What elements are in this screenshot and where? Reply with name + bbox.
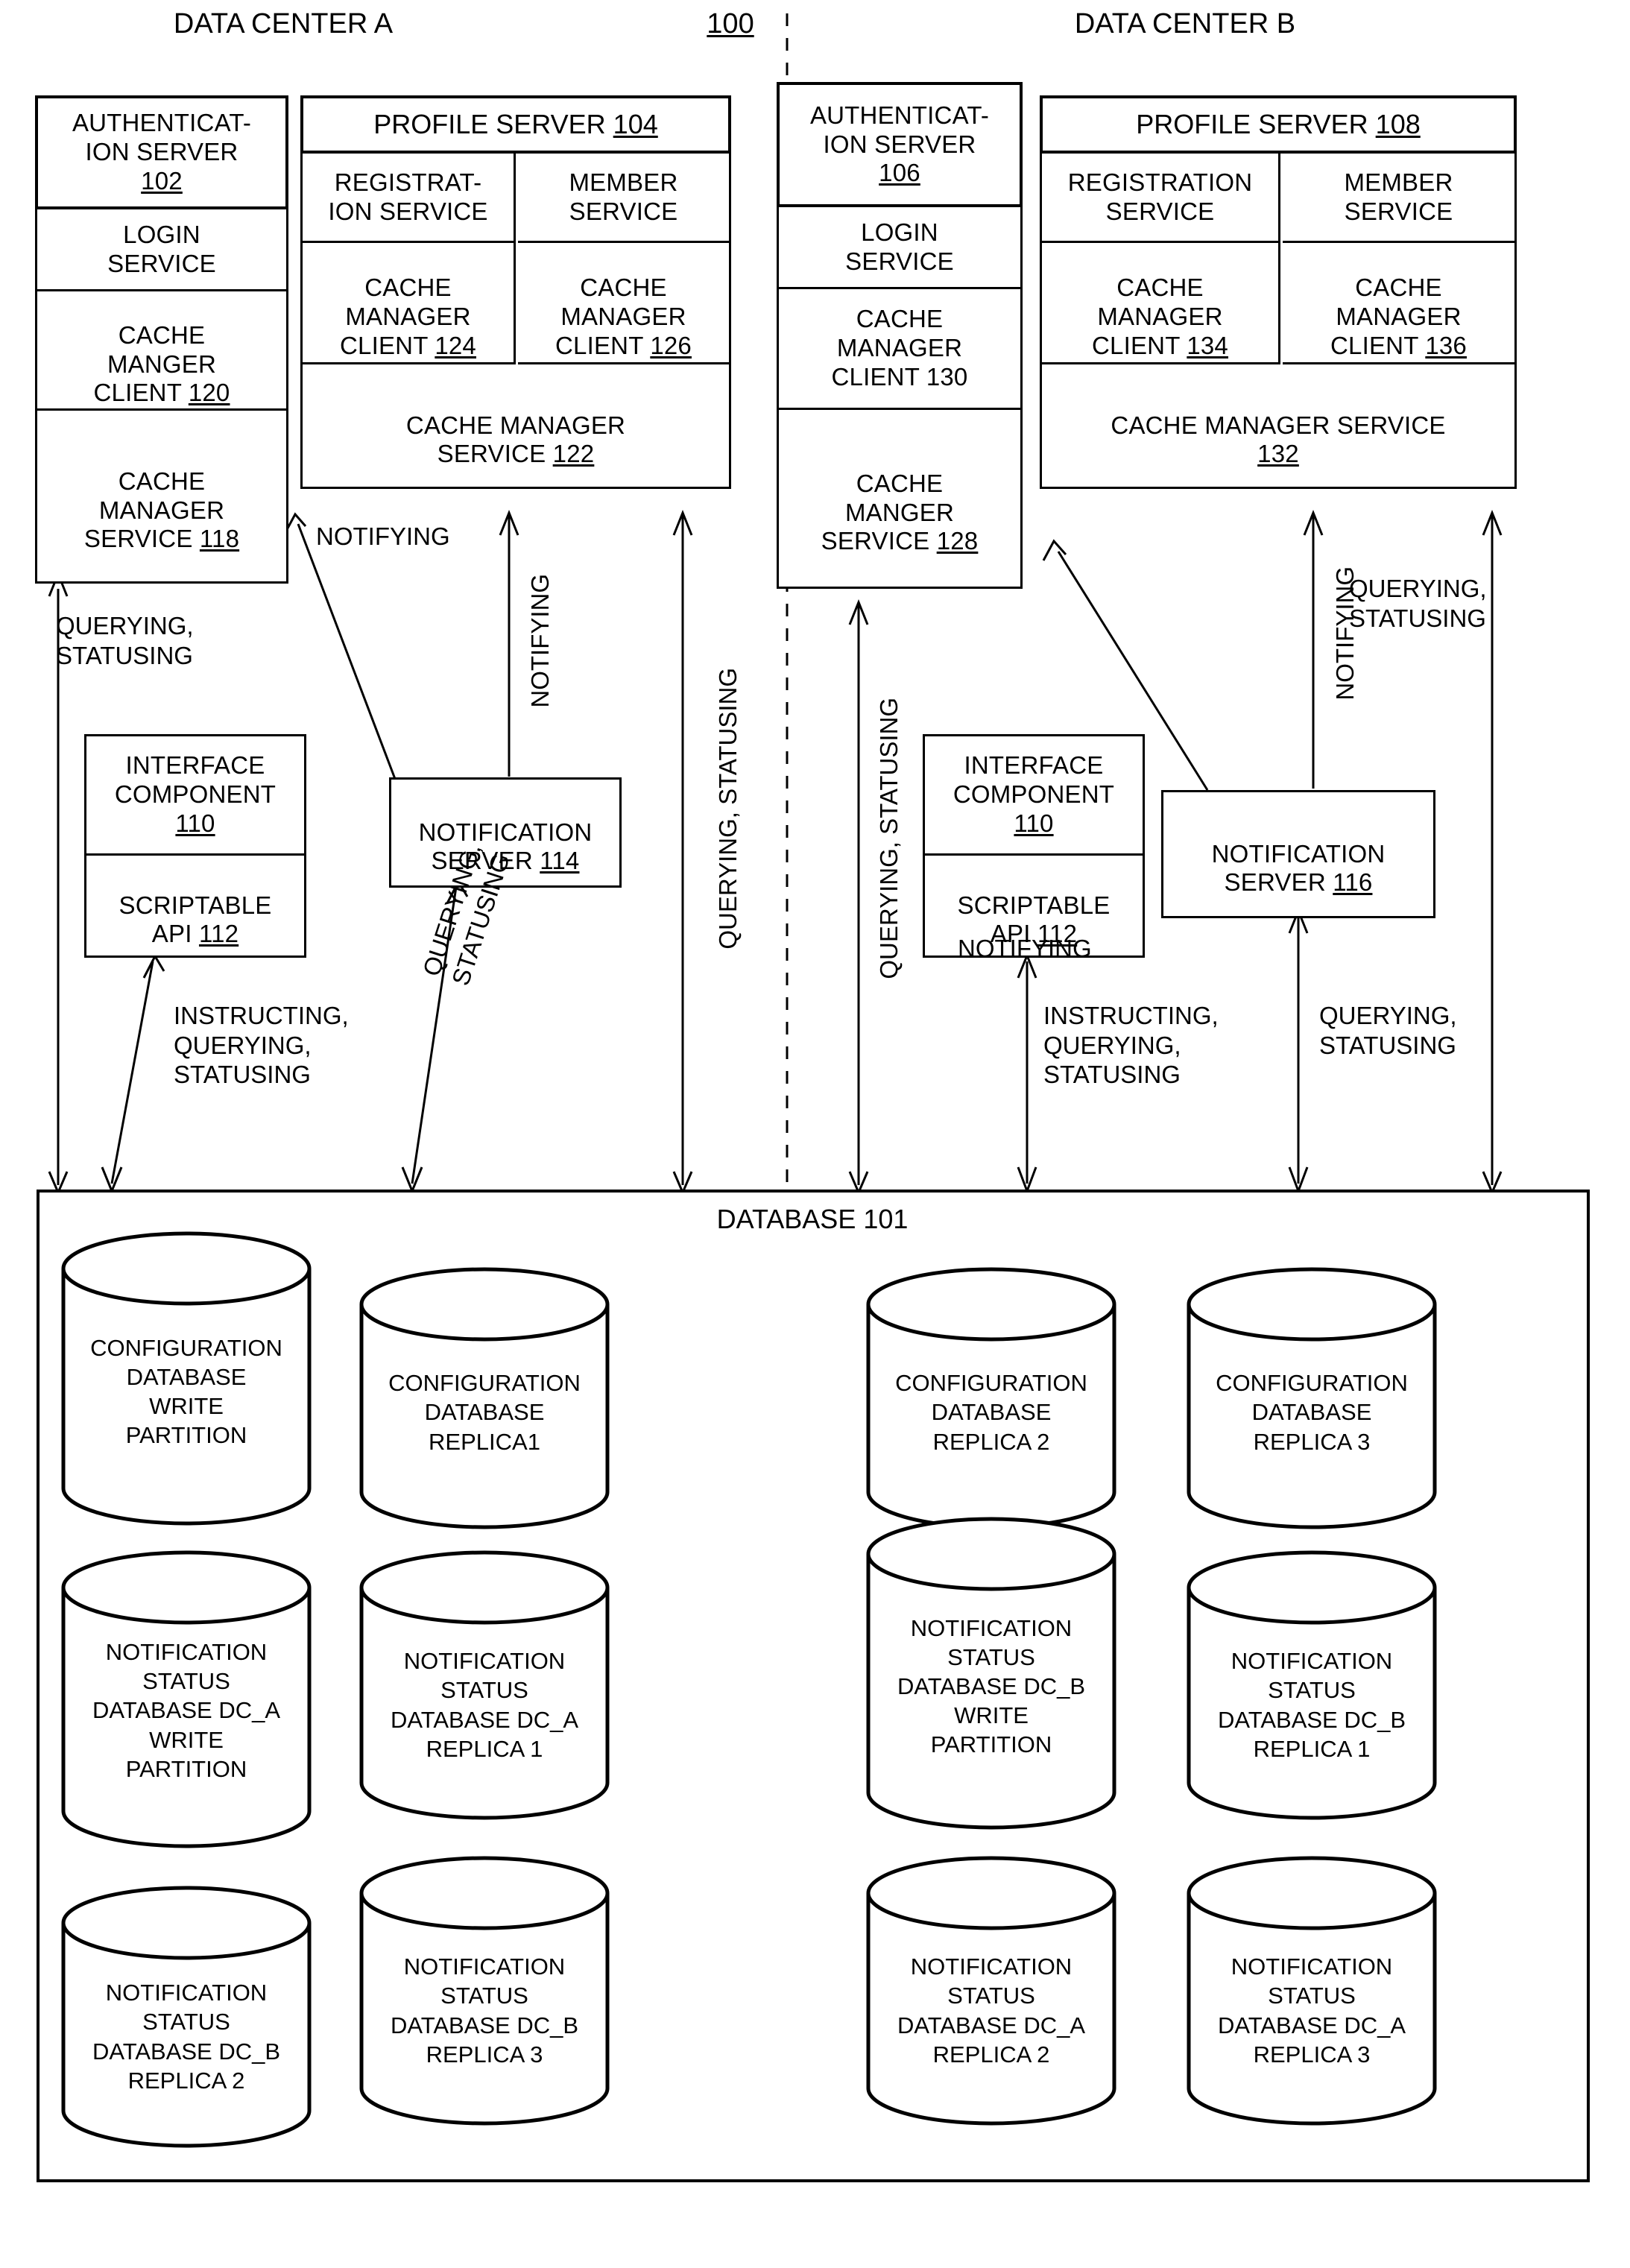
iface-a-ref: 110 [175, 809, 215, 837]
auth-server-a-login-service[interactable]: LOGIN SERVICE [37, 209, 286, 291]
db-cylinder[interactable]: CONFIGURATION DATABASE WRITE PARTITION [60, 1231, 313, 1526]
profile-server-b-cache-manager-client-134[interactable]: CACHE MANAGER CLIENT 134 [1042, 243, 1280, 364]
edge-label-b-notifying-diagonal: NOTIFYING [958, 935, 1092, 962]
iface-a-title: INTERFACE COMPONENT [114, 751, 277, 809]
data-center-a-title: DATA CENTER A [173, 7, 394, 40]
auth-server-a-header: AUTHENTICAT- ION SERVER 102 [35, 95, 288, 209]
profile-server-b-member-service[interactable]: MEMBER SERVICE [1283, 154, 1514, 243]
data-center-b-title: DATA CENTER B [1074, 7, 1296, 40]
notif-server-a-ref: 114 [540, 847, 580, 875]
auth-server-a-ref: 102 [141, 166, 183, 195]
auth-server-b-cms-label: CACHE MANGER SERVICE [821, 469, 955, 555]
edge-label-a-notifying-diagonal: NOTIFYING [316, 522, 450, 550]
profile-server-a-registration-service[interactable]: REGISTRAT- ION SERVICE [303, 154, 516, 243]
db-cylinder-label: NOTIFICATION STATUS DATABASE DC_A REPLIC… [897, 1953, 1086, 2068]
profile-server-b[interactable]: PROFILE SERVER 108 REGISTRATION SERVICE … [1040, 95, 1517, 489]
iface-b-ref: 110 [1014, 809, 1054, 837]
profile-server-a-ref: 104 [613, 108, 658, 139]
profile-server-b-header: PROFILE SERVER 108 [1040, 95, 1517, 154]
auth-server-b-cache-manager-client-130[interactable]: CACHE MANAGER CLIENT 130 [779, 289, 1020, 410]
profile-server-a-cache-manager-client-124[interactable]: CACHE MANAGER CLIENT 124 [303, 243, 516, 364]
iface-a-api-label: SCRIPTABLE API [119, 891, 272, 948]
db-cylinder[interactable]: CONFIGURATION DATABASE REPLICA 2 [865, 1267, 1118, 1529]
db-cylinder[interactable]: NOTIFICATION STATUS DATABASE DC_A REPLIC… [865, 1856, 1118, 2126]
interface-component-a-scriptable-api[interactable]: SCRIPTABLE API 112 [86, 856, 304, 955]
db-cylinder-label: NOTIFICATION STATUS DATABASE DC_A REPLIC… [390, 1648, 579, 1762]
profile-server-a-cache-manager-service-122[interactable]: CACHE MANAGER SERVICE 122 [303, 364, 729, 487]
ps-b-cmc134-ref: 134 [1187, 331, 1228, 359]
ps-b-cms-ref: 132 [1257, 440, 1299, 468]
profile-server-a-title: PROFILE SERVER [373, 108, 613, 139]
edge-label-b-notif-to-db: QUERYING, STATUSING [1319, 1002, 1457, 1059]
edge-label-a-iface-to-db: INSTRUCTING, QUERYING, STATUSING [174, 1002, 349, 1089]
ps-a-cmc124-ref: 124 [435, 331, 476, 359]
profile-server-b-title: PROFILE SERVER [1136, 108, 1376, 139]
db-cylinder-label: NOTIFICATION STATUS DATABASE DC_B REPLIC… [390, 1953, 579, 2068]
profile-server-b-ref: 108 [1375, 108, 1421, 139]
auth-server-b-cache-manager-service-128[interactable]: CACHE MANGER SERVICE 128 [779, 410, 1020, 587]
auth-server-b-title: AUTHENTICAT- ION SERVER [809, 101, 990, 158]
auth-server-a-cache-manager-service[interactable]: CACHE MANAGER SERVICE 118 [37, 411, 286, 581]
db-cylinder-label: CONFIGURATION DATABASE REPLICA 3 [1216, 1370, 1408, 1455]
db-cylinder[interactable]: NOTIFICATION STATUS DATABASE DC_A REPLIC… [1185, 1856, 1438, 2126]
profile-server-a-header: PROFILE SERVER 104 [300, 95, 731, 154]
iface-b-title: INTERFACE COMPONENT [953, 751, 1115, 809]
interface-component-b-header: INTERFACE COMPONENT 110 [925, 736, 1143, 856]
db-cylinder[interactable]: NOTIFICATION STATUS DATABASE DC_A REPLIC… [358, 1550, 611, 1820]
auth-server-a-cms-ref: 118 [199, 525, 240, 553]
profile-server-b-registration-service[interactable]: REGISTRATION SERVICE [1042, 154, 1280, 243]
interface-component-b[interactable]: INTERFACE COMPONENT 110 SCRIPTABLE API 1… [923, 734, 1145, 958]
ps-a-cms-ref: 122 [552, 440, 595, 468]
database-label: DATABASE 101 [716, 1203, 909, 1234]
profile-server-a-cache-manager-client-126[interactable]: CACHE MANAGER CLIENT 126 [518, 243, 729, 364]
edge-label-a-auth-query: QUERYING, STATUSING [56, 612, 194, 669]
db-cylinder[interactable]: CONFIGURATION DATABASE REPLICA 3 [1185, 1267, 1438, 1529]
notification-server-b[interactable]: NOTIFICATION SERVER 116 [1161, 790, 1435, 918]
db-cylinder-label: CONFIGURATION DATABASE REPLICA 2 [895, 1370, 1087, 1455]
db-cylinder-label: NOTIFICATION STATUS DATABASE DC_B WRITE … [897, 1614, 1086, 1758]
auth-server-b-ref: 106 [879, 159, 920, 187]
auth-server-b-header: AUTHENTICAT- ION SERVER 106 [777, 82, 1023, 207]
auth-server-b-cms-ref: 128 [936, 527, 979, 555]
ps-b-cmc136-ref: 136 [1425, 331, 1467, 359]
db-cylinder-label: NOTIFICATION STATUS DATABASE DC_B REPLIC… [1217, 1648, 1406, 1762]
db-cylinder-label: NOTIFICATION STATUS DATABASE DC_B REPLIC… [92, 1980, 281, 2094]
patent-figure: DATA CENTER A 100 DATA CENTER B AUTHENTI… [0, 0, 1630, 2268]
auth-server-a-title: AUTHENTICAT- ION SERVER [72, 109, 252, 166]
db-cylinder[interactable]: NOTIFICATION STATUS DATABASE DC_B REPLIC… [60, 1886, 313, 2148]
iface-a-api-ref: 112 [198, 920, 239, 948]
db-cylinder-label: NOTIFICATION STATUS DATABASE DC_A WRITE … [92, 1639, 281, 1782]
profile-server-b-cache-manager-client-136[interactable]: CACHE MANAGER CLIENT 136 [1283, 243, 1514, 364]
profile-server-a-member-service[interactable]: MEMBER SERVICE [518, 154, 729, 243]
interface-component-a[interactable]: INTERFACE COMPONENT 110 SCRIPTABLE API 1… [84, 734, 306, 958]
interface-component-a-header: INTERFACE COMPONENT 110 [86, 736, 304, 856]
ps-b-cms-label: CACHE MANAGER SERVICE [1111, 411, 1446, 439]
auth-server-a-cache-manager-client[interactable]: CACHE MANGER CLIENT 120 [37, 291, 286, 411]
profile-server-a[interactable]: PROFILE SERVER 104 REGISTRAT- ION SERVIC… [300, 95, 731, 489]
db-cylinder[interactable]: NOTIFICATION STATUS DATABASE DC_B REPLIC… [358, 1856, 611, 2126]
db-cylinder-label: CONFIGURATION DATABASE WRITE PARTITION [90, 1334, 282, 1449]
edge-label-b-auth-query: QUERYING, STATUSING [875, 697, 903, 979]
auth-server-b[interactable]: AUTHENTICAT- ION SERVER 106 LOGIN SERVIC… [777, 82, 1023, 589]
db-cylinder[interactable]: CONFIGURATION DATABASE REPLICA1 [358, 1267, 611, 1529]
edge-label-b-iface-to-db: INSTRUCTING, QUERYING, STATUSING [1043, 1002, 1219, 1089]
notif-server-b-ref: 116 [1333, 868, 1373, 897]
edge-label-a-notifying-vertical: NOTIFYING [526, 573, 555, 708]
edge-label-a-profile-to-db: QUERYING, STATUSING [714, 667, 742, 950]
db-cylinder[interactable]: NOTIFICATION STATUS DATABASE DC_B WRITE … [865, 1517, 1118, 1830]
auth-server-a[interactable]: AUTHENTICAT- ION SERVER 102 LOGIN SERVIC… [35, 95, 288, 584]
db-cylinder-label: CONFIGURATION DATABASE REPLICA1 [388, 1370, 581, 1455]
db-cylinder[interactable]: NOTIFICATION STATUS DATABASE DC_A WRITE … [60, 1550, 313, 1848]
profile-server-b-cache-manager-service-132[interactable]: CACHE MANAGER SERVICE 132 [1042, 364, 1514, 487]
db-cylinder[interactable]: NOTIFICATION STATUS DATABASE DC_B REPLIC… [1185, 1550, 1438, 1820]
edge-label-b-profile-query: QUERYING, STATUSING [1349, 575, 1487, 632]
auth-server-a-cmc-ref: 120 [188, 379, 230, 407]
auth-server-b-login-service[interactable]: LOGIN SERVICE [779, 207, 1020, 289]
ps-a-cmc126-ref: 126 [650, 331, 692, 359]
db-cylinder-label: NOTIFICATION STATUS DATABASE DC_A REPLIC… [1217, 1953, 1406, 2068]
figure-reference-numeral: 100 [707, 7, 754, 40]
